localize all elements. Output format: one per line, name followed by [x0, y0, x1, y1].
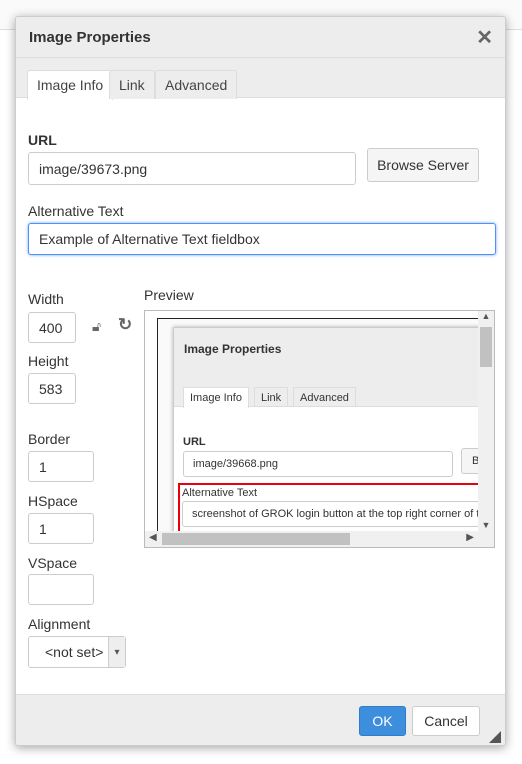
preview-vertical-scrollbar[interactable]: ▲ ▼: [478, 311, 494, 532]
border-input[interactable]: 1: [28, 451, 94, 482]
tab-image-info[interactable]: Image Info: [27, 70, 114, 100]
browse-server-button[interactable]: Browse Server: [367, 148, 479, 182]
chevron-down-icon[interactable]: ▾: [108, 637, 125, 667]
alignment-label: Alignment: [28, 616, 91, 632]
preview-tab: Link: [254, 387, 289, 407]
preview-label: Preview: [144, 287, 194, 303]
vspace-input[interactable]: [28, 574, 94, 605]
tab-advanced[interactable]: Advanced: [155, 70, 238, 99]
preview-dialog-title: Image Properties: [184, 342, 282, 356]
border-label: Border: [28, 431, 71, 447]
resize-handle-icon[interactable]: [489, 731, 501, 743]
width-input[interactable]: 400: [28, 312, 76, 343]
dialog-footer: OK Cancel: [16, 694, 505, 745]
height-label: Height: [28, 353, 69, 369]
tab-bar: Image Info Link Advanced: [16, 58, 505, 100]
width-label: Width: [28, 291, 64, 307]
ok-button[interactable]: OK: [359, 706, 406, 736]
vspace-label: VSpace: [28, 555, 78, 571]
preview-tab: Image Info: [183, 387, 249, 408]
close-icon[interactable]: ✕: [476, 25, 493, 50]
lock-icon[interactable]: 🔓︎: [92, 318, 101, 335]
reset-size-icon[interactable]: ↻: [118, 315, 132, 335]
cancel-button[interactable]: Cancel: [412, 706, 480, 736]
hspace-input[interactable]: 1: [28, 513, 94, 544]
image-properties-dialog: Image Properties ✕ Image Info Link Advan…: [15, 16, 506, 746]
alt-text-label: Alternative Text: [28, 203, 124, 219]
url-input[interactable]: image/39673.png: [28, 152, 356, 185]
height-input[interactable]: 583: [28, 373, 76, 404]
preview-alt-input: screenshot of GROK login button at the t…: [182, 501, 481, 527]
tab-link[interactable]: Link: [109, 70, 155, 99]
dialog-title: Image Properties: [29, 29, 151, 46]
hspace-label: HSpace: [28, 493, 78, 509]
preview-url-input: image/39668.png: [183, 451, 453, 477]
url-label: URL: [28, 132, 57, 148]
dialog-header: Image Properties ✕: [16, 17, 505, 58]
alt-text-input[interactable]: Example of Alternative Text fieldbox: [28, 223, 496, 255]
preview-horizontal-scrollbar[interactable]: ◀ ▶: [145, 531, 494, 547]
preview-image: Image Properties Image Info Link Advance…: [157, 318, 482, 532]
preview-alt-label: Alternative Text: [182, 487, 258, 499]
preview-tab: Advanced: [293, 387, 356, 407]
preview-url-label: URL: [183, 436, 206, 448]
alignment-value: <not set>: [45, 644, 104, 660]
alignment-select[interactable]: <not set> ▾: [28, 636, 126, 668]
preview-box: Image Properties Image Info Link Advance…: [144, 310, 495, 548]
